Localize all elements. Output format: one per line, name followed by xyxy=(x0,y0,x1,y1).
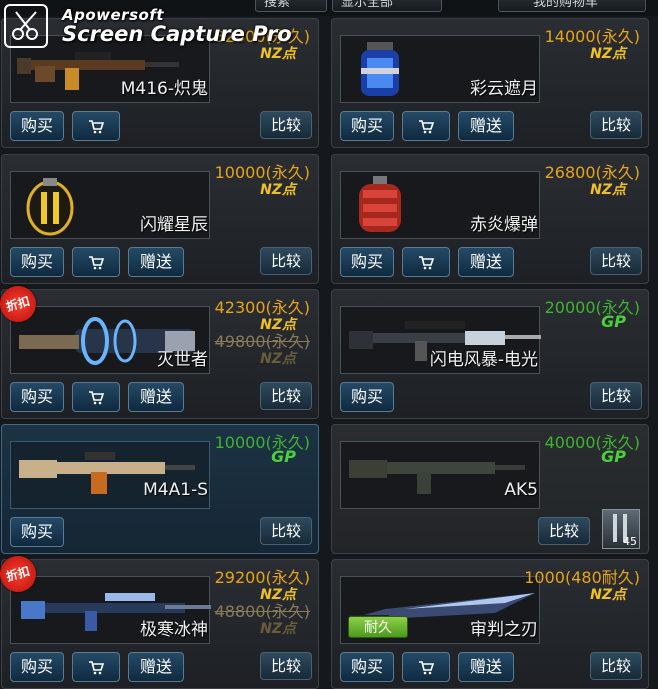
original-price-unit: NZ点 xyxy=(260,621,296,637)
item-name: 赤炎爆弹 xyxy=(470,215,538,235)
cart-icon xyxy=(88,389,104,405)
compare-button[interactable]: 比较 xyxy=(590,382,642,410)
gift-button[interactable]: 赠送 xyxy=(458,247,514,277)
buy-button[interactable]: 购买 xyxy=(10,652,64,682)
buy-button[interactable]: 购买 xyxy=(340,111,394,141)
grenade-blue-icon xyxy=(345,38,415,102)
add-to-cart-button[interactable] xyxy=(402,247,450,277)
watermark: Apowersoft Screen Capture Pro xyxy=(0,0,292,52)
item-card[interactable]: 闪耀星辰 10000(永久) NZ点 购买 赠送 比较 xyxy=(1,154,319,284)
buy-button[interactable]: 购买 xyxy=(10,111,64,141)
rank-level: 45 xyxy=(623,535,637,548)
item-name: AK5 xyxy=(504,480,538,500)
filter-dropdown[interactable]: 显示全部 xyxy=(332,0,442,12)
grenade-red-icon xyxy=(345,174,415,238)
price-unit: GP xyxy=(601,312,626,331)
cart-icon xyxy=(88,254,104,270)
item-name: 闪电风暴-电光 xyxy=(429,350,538,370)
item-card[interactable]: 彩云遮月 14000(永久) NZ点 购买 赠送 比较 xyxy=(331,18,649,148)
item-name: 极寒冰神 xyxy=(140,620,208,640)
item-card[interactable]: 折扣 灭世者 42300(永久) NZ点 49800(永久) NZ点 购买 赠送 比较 xyxy=(0,281,319,419)
cart-icon xyxy=(418,659,434,675)
cart-icon xyxy=(88,659,104,675)
item-name: 闪耀星辰 xyxy=(140,215,208,235)
gift-button[interactable]: 赠送 xyxy=(128,652,184,682)
cart-icon xyxy=(88,118,104,134)
compare-button[interactable]: 比较 xyxy=(590,111,642,139)
compare-button[interactable]: 比较 xyxy=(260,247,312,275)
item-name: M416-炽鬼 xyxy=(120,79,208,99)
price-unit: GP xyxy=(601,447,626,466)
item-name: M4A1-S xyxy=(143,480,208,500)
compare-button[interactable]: 比较 xyxy=(260,382,312,410)
item-name: 灭世者 xyxy=(157,350,208,370)
price-unit: NZ点 xyxy=(590,182,626,198)
buy-button[interactable]: 购买 xyxy=(340,247,394,277)
buy-button[interactable]: 购买 xyxy=(340,382,394,412)
buy-button[interactable]: 购买 xyxy=(340,652,394,682)
gift-button[interactable]: 赠送 xyxy=(128,382,184,412)
compare-button[interactable]: 比较 xyxy=(260,652,312,680)
item-card[interactable]: 折扣 极寒冰神 29200(永久) NZ点 48800(永久) NZ点 购买 赠送 比较 xyxy=(0,551,319,689)
compare-button[interactable]: 比较 xyxy=(538,517,590,545)
add-to-cart-button[interactable] xyxy=(402,652,450,682)
add-to-cart-button[interactable] xyxy=(72,111,120,141)
add-to-cart-button[interactable] xyxy=(72,247,120,277)
add-to-cart-button[interactable] xyxy=(72,652,120,682)
price-unit: NZ点 xyxy=(590,587,626,603)
item-card[interactable]: AK5 40000(永久) GP 比较 45 xyxy=(331,424,649,554)
item-name: 彩云遮月 xyxy=(470,79,538,99)
watermark-product: Screen Capture Pro xyxy=(62,22,292,46)
original-price-unit: NZ点 xyxy=(260,351,296,367)
compare-button[interactable]: 比较 xyxy=(260,517,312,545)
compare-button[interactable]: 比较 xyxy=(590,652,642,680)
item-card[interactable]: M4A1-S 10000(永久) GP 购买 比较 xyxy=(1,424,319,554)
my-cart-label: 我的购物车 xyxy=(533,0,599,10)
item-card[interactable]: 耐久 审判之刃 1000(480耐久) NZ点 购买 赠送 比较 xyxy=(331,559,649,689)
item-card[interactable]: 闪电风暴-电光 20000(永久) GP 购买 比较 xyxy=(331,289,649,419)
gift-button[interactable]: 赠送 xyxy=(458,652,514,682)
price-unit: NZ点 xyxy=(260,182,296,198)
price-unit: GP xyxy=(271,447,296,466)
scissors-icon xyxy=(4,4,48,48)
compare-button[interactable]: 比较 xyxy=(590,247,642,275)
gift-button[interactable]: 赠送 xyxy=(458,111,514,141)
buy-button[interactable]: 购买 xyxy=(10,517,64,547)
item-name: 审判之刃 xyxy=(470,620,538,640)
durability-tag: 耐久 xyxy=(348,616,408,638)
cart-icon xyxy=(418,254,434,270)
buy-button[interactable]: 购买 xyxy=(10,382,64,412)
grenade-gold-icon xyxy=(15,174,85,238)
rank-requirement-icon: 45 xyxy=(602,509,640,549)
add-to-cart-button[interactable] xyxy=(72,382,120,412)
cart-icon xyxy=(418,118,434,134)
my-cart-button[interactable]: 我的购物车 xyxy=(498,0,646,12)
gift-button[interactable]: 赠送 xyxy=(128,247,184,277)
item-card[interactable]: 赤炎爆弹 26800(永久) NZ点 购买 赠送 比较 xyxy=(331,154,649,284)
buy-button[interactable]: 购买 xyxy=(10,247,64,277)
price-unit: NZ点 xyxy=(590,46,626,62)
compare-button[interactable]: 比较 xyxy=(260,111,312,139)
add-to-cart-button[interactable] xyxy=(402,111,450,141)
